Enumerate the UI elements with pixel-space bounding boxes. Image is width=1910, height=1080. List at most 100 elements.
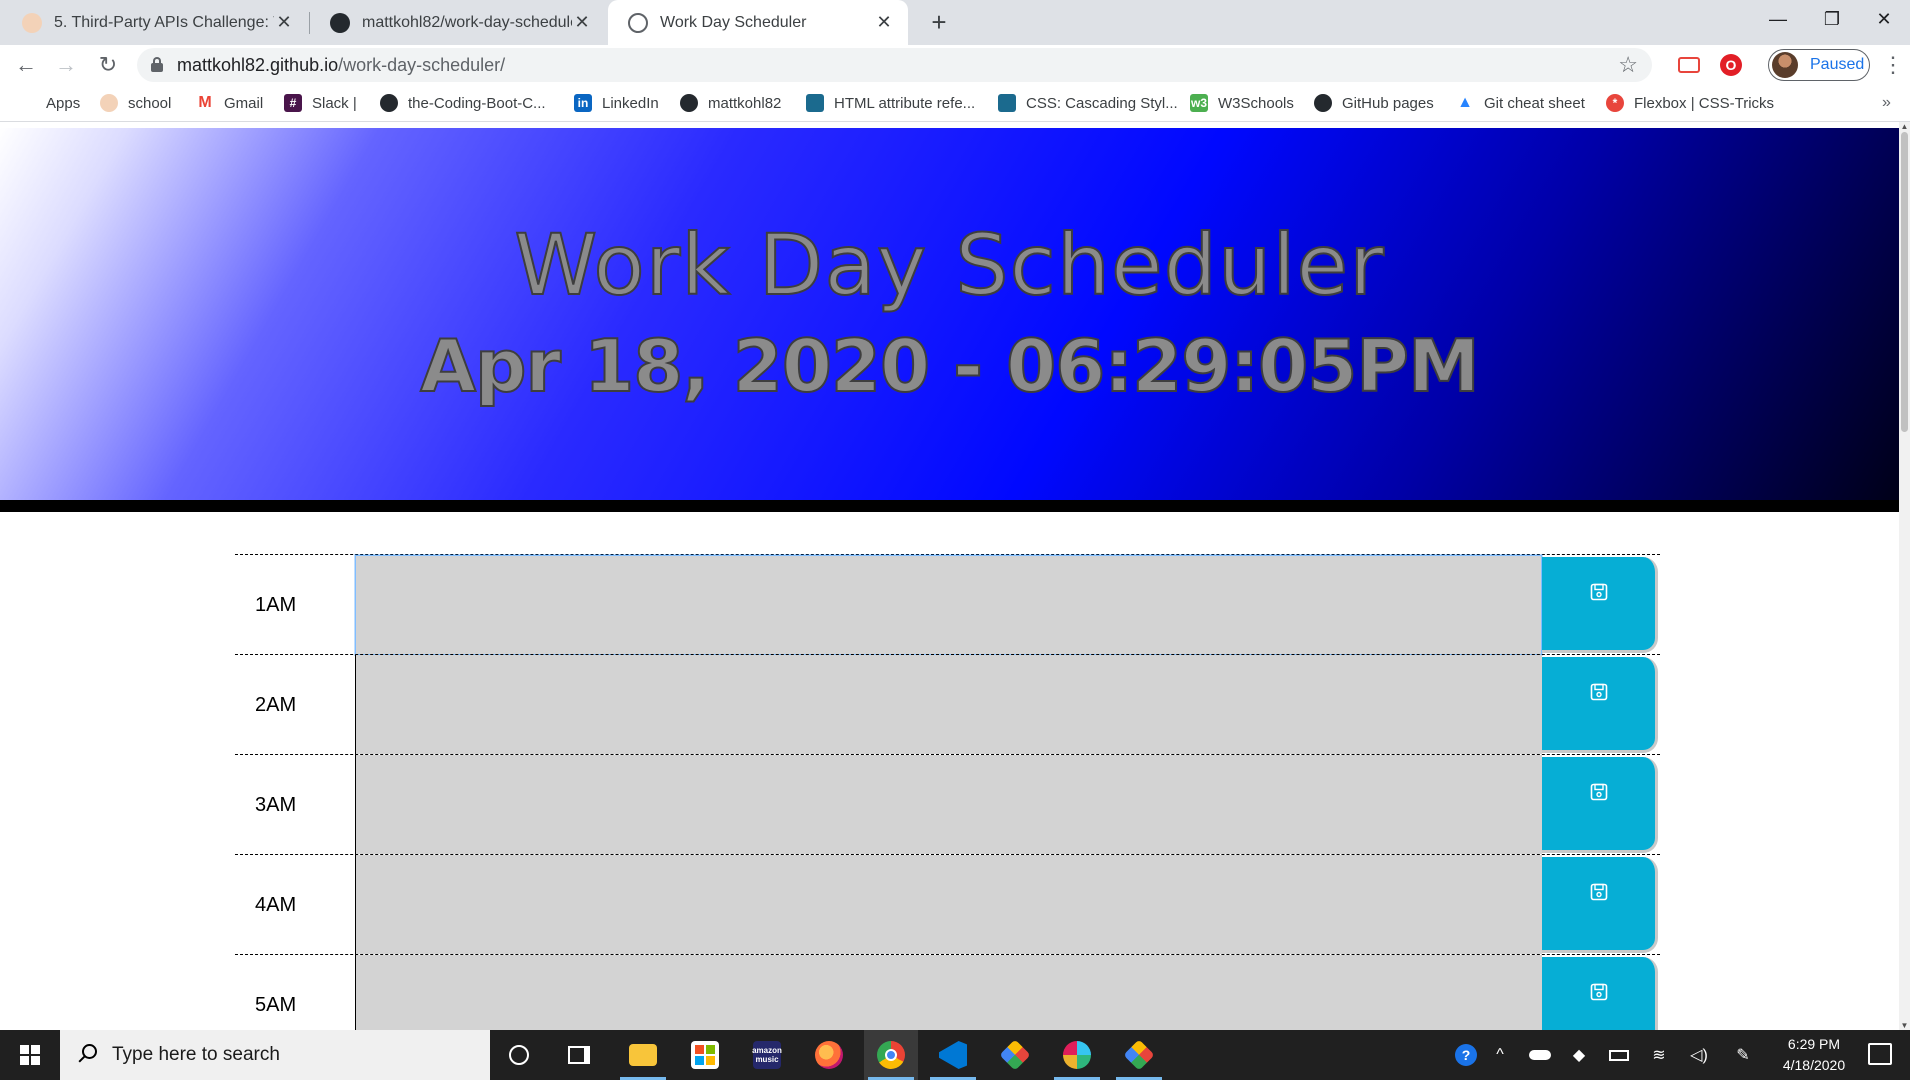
restore-button[interactable]: ❐ — [1804, 0, 1860, 40]
scroll-up-arrow-icon[interactable]: ▲ — [1899, 122, 1910, 131]
bookmark-html-attribute[interactable]: HTML attribute refe... — [806, 85, 975, 121]
windows-taskbar: Type here to search amazon music ? ^ ◆ ≋… — [0, 1030, 1910, 1080]
event-description-input[interactable] — [355, 855, 1542, 955]
save-button[interactable] — [1542, 957, 1658, 1030]
amazon-music-label: amazon music — [752, 1041, 782, 1069]
bookmark-label: GitHub pages — [1342, 94, 1434, 112]
close-tab-icon[interactable]: ✕ — [274, 12, 294, 33]
task-view-icon[interactable] — [552, 1030, 606, 1080]
tab-github-repo[interactable]: mattkohl82/work-day-scheduler ✕ — [310, 0, 606, 45]
event-description-input[interactable] — [355, 755, 1542, 855]
notifications-icon[interactable] — [1868, 1043, 1892, 1065]
tab-work-day-scheduler[interactable]: Work Day Scheduler ✕ — [608, 0, 908, 45]
bookmark-apps[interactable]: Apps — [20, 85, 80, 121]
back-button[interactable]: ← — [10, 49, 42, 81]
hour-label: 3AM — [255, 793, 297, 816]
floppy-disk-icon — [1590, 683, 1607, 701]
bookmark-school[interactable]: school — [100, 85, 171, 121]
profile-status: Paused — [1810, 56, 1865, 73]
close-window-button[interactable]: ✕ — [1856, 0, 1910, 40]
page-title: Work Day Scheduler — [513, 215, 1385, 315]
linkedin-icon: in — [574, 94, 592, 112]
lock-icon[interactable] — [151, 57, 163, 72]
git-kraken-icon[interactable] — [988, 1030, 1042, 1080]
time-block-row: 3AM — [235, 754, 1660, 855]
bookmark-label: Apps — [46, 94, 81, 112]
scroll-down-arrow-icon[interactable]: ▼ — [1899, 1021, 1910, 1030]
hour-label: 5AM — [255, 993, 297, 1016]
floppy-disk-icon — [1590, 983, 1607, 1001]
time-block-row: 4AM — [235, 854, 1660, 955]
onedrive-icon[interactable] — [1524, 1030, 1556, 1080]
bookmark-gmail[interactable]: M Gmail — [196, 85, 263, 121]
volume-icon[interactable]: ◁) — [1684, 1030, 1714, 1080]
bookmark-github-pages[interactable]: GitHub pages — [1314, 85, 1434, 121]
page-scrollbar[interactable]: ▲ ▼ — [1899, 122, 1910, 1030]
bookmark-star-icon[interactable]: ☆ — [1618, 48, 1638, 82]
file-explorer-icon[interactable] — [616, 1030, 670, 1080]
page-viewport: Work Day Scheduler Apr 18, 2020 - 06:29:… — [0, 122, 1899, 1030]
start-button[interactable] — [0, 1030, 60, 1080]
bookmark-label: HTML attribute refe... — [834, 94, 976, 112]
event-description-input[interactable] — [355, 555, 1542, 655]
vscode-icon[interactable] — [926, 1030, 980, 1080]
bookmark-label: Slack | — [312, 94, 357, 112]
slack-icon[interactable] — [1050, 1030, 1104, 1080]
help-icon[interactable]: ? — [1450, 1030, 1482, 1080]
close-tab-icon[interactable]: ✕ — [572, 12, 592, 33]
cortana-icon[interactable] — [492, 1030, 546, 1080]
minimize-button[interactable]: — — [1750, 0, 1806, 40]
scrollbar-thumb[interactable] — [1901, 132, 1908, 432]
save-button[interactable] — [1542, 657, 1658, 753]
battery-icon[interactable] — [1604, 1030, 1634, 1080]
event-description-input[interactable] — [355, 655, 1542, 755]
browser-tab-strip: 5. Third-Party APIs Challenge: Wo ✕ matt… — [0, 0, 1910, 45]
bookmark-mattkohl82[interactable]: mattkohl82 — [680, 85, 781, 121]
reload-button[interactable]: ↻ — [92, 49, 124, 81]
time-block-row: 2AM — [235, 654, 1660, 755]
tab-title: Work Day Scheduler — [660, 13, 807, 31]
chrome-icon[interactable] — [864, 1030, 918, 1080]
close-tab-icon[interactable]: ✕ — [874, 12, 894, 33]
header-jumbotron: Work Day Scheduler Apr 18, 2020 - 06:29:… — [0, 128, 1899, 500]
save-button[interactable] — [1542, 757, 1658, 853]
header-border — [0, 500, 1899, 512]
save-button[interactable] — [1542, 857, 1658, 953]
tab-third-party-apis[interactable]: 5. Third-Party APIs Challenge: Wo ✕ — [2, 0, 308, 45]
new-tab-button[interactable]: + — [922, 6, 956, 40]
bookmark-flexbox[interactable]: * Flexbox | CSS-Tricks — [1606, 85, 1774, 121]
save-button[interactable] — [1542, 557, 1658, 653]
pen-ink-icon[interactable]: ✎ — [1728, 1030, 1758, 1080]
amazon-music-icon[interactable]: amazon music — [740, 1030, 794, 1080]
event-description-input[interactable] — [355, 955, 1542, 1030]
taskbar-clock[interactable]: 6:29 PM 4/18/2020 — [1762, 1034, 1866, 1076]
extension-cast-icon[interactable] — [1678, 57, 1700, 73]
bookmark-w3schools[interactable]: w3 W3Schools — [1190, 85, 1294, 121]
url-path: /work-day-scheduler/ — [338, 55, 506, 75]
forward-button[interactable]: → — [50, 49, 82, 81]
firefox-icon[interactable] — [802, 1030, 856, 1080]
address-bar[interactable]: mattkohl82.github.io/work-day-scheduler/… — [137, 48, 1652, 82]
mdn-icon — [998, 94, 1016, 112]
git-kraken-icon[interactable] — [1112, 1030, 1166, 1080]
microsoft-store-icon[interactable] — [678, 1030, 732, 1080]
bookmark-slack[interactable]: # Slack | — [284, 85, 357, 121]
bookmarks-overflow-button[interactable]: » — [1882, 85, 1891, 121]
profile-button[interactable]: Paused — [1768, 49, 1870, 81]
bookmark-git-cheat-sheet[interactable]: ▲ Git cheat sheet — [1456, 85, 1585, 121]
dropbox-icon[interactable]: ◆ — [1564, 1030, 1594, 1080]
bookmark-linkedin[interactable]: in LinkedIn — [574, 85, 659, 121]
windows-logo-icon — [20, 1045, 40, 1065]
globe-icon — [628, 12, 648, 33]
chevron-up-icon[interactable]: ^ — [1486, 1030, 1514, 1080]
extension-opera-icon[interactable]: O — [1720, 54, 1742, 76]
bookmark-css[interactable]: CSS: Cascading Styl... — [998, 85, 1178, 121]
url-text[interactable]: mattkohl82.github.io/work-day-scheduler/ — [177, 48, 505, 82]
school-icon — [100, 94, 118, 112]
browser-menu-icon[interactable]: ⋮ — [1882, 49, 1904, 81]
bookmark-coding-boot-camp[interactable]: the-Coding-Boot-C... — [380, 85, 546, 121]
current-day: Apr 18, 2020 - 06:29:05PM — [419, 323, 1480, 409]
avatar — [1772, 52, 1798, 78]
wifi-icon[interactable]: ≋ — [1644, 1030, 1674, 1080]
taskbar-search-box[interactable]: Type here to search — [60, 1030, 490, 1080]
